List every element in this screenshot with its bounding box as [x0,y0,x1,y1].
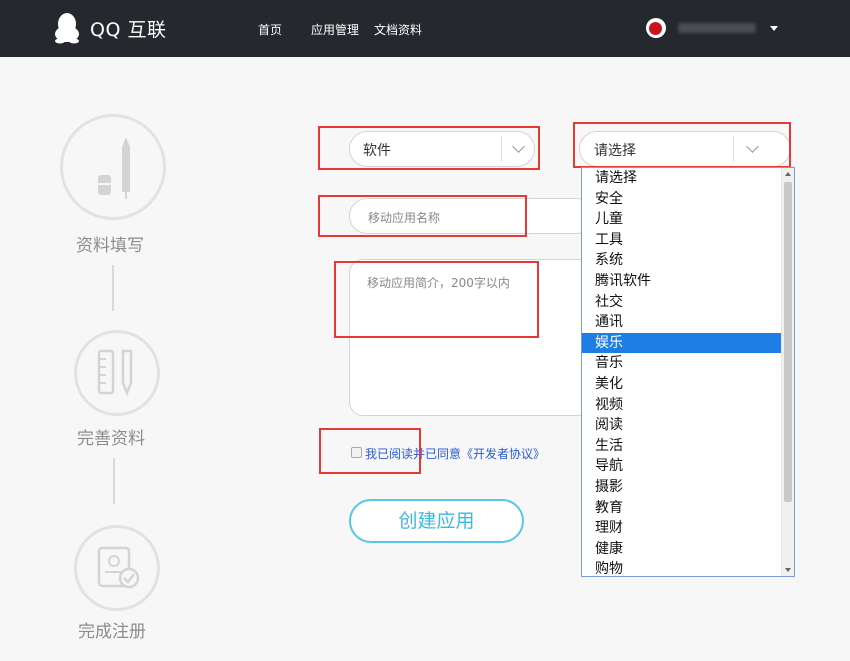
dropdown-option[interactable]: 安全 [582,189,781,210]
dropdown-option[interactable]: 通讯 [582,312,781,333]
step-connector [113,458,115,504]
step-complete-info-circle [74,330,160,416]
dropdown-option[interactable]: 摄影 [582,477,781,498]
step-label-complete-info: 完善资料 [77,429,145,449]
annotation-box [334,261,539,338]
step-connector [112,265,114,311]
dropdown-option[interactable]: 娱乐 [582,332,781,354]
pen-icon [98,137,130,199]
step-label-fill-info: 资料填写 [76,236,144,256]
nav-app-management[interactable]: 应用管理 [311,21,359,38]
avatar[interactable] [646,18,666,38]
certificate-check-icon [97,546,140,589]
annotation-box [319,428,421,474]
dropdown-option[interactable]: 健康 [582,539,781,560]
dropdown-option[interactable]: 儿童 [582,209,781,230]
caret-down-icon[interactable] [770,25,778,31]
annotation-box [573,122,791,168]
nav-home[interactable]: 首页 [258,21,282,38]
logo[interactable]: QQ 互联 [52,12,166,44]
qq-penguin-icon [52,12,82,44]
brand-name: QQ 互联 [90,18,167,41]
dropdown-option[interactable]: 请选择 [582,168,781,189]
scroll-down-icon[interactable] [785,568,791,572]
dropdown-option[interactable]: 导航 [582,456,781,477]
dropdown-option[interactable]: 系统 [582,250,781,271]
username-redacted [678,23,756,33]
step-fill-info-circle [60,114,166,220]
annotation-box [318,126,540,170]
dropdown-option[interactable]: 阅读 [582,415,781,436]
dropdown-option[interactable]: 生活 [582,436,781,457]
scrollbar-thumb[interactable] [784,182,792,502]
dropdown-option[interactable]: 教育 [582,498,781,519]
step-done-circle [74,525,160,611]
category-dropdown-list[interactable]: 请选择 安全 儿童 工具 系统 腾讯软件 社交 通讯 娱乐 音乐 美化 视频 阅读 生活 导航 摄影 教育 理财健… [581,167,795,577]
dropdown-option[interactable]: 音乐 [582,353,781,374]
top-bar: QQ 互联 首页 应用管理 文档资料 [0,0,850,57]
dropdown-scrollbar[interactable] [781,168,794,576]
nav-docs[interactable]: 文档资料 [374,21,422,38]
dropdown-option[interactable]: 工具 [582,230,781,251]
create-app-button[interactable]: 创建应用 [349,499,524,543]
dropdown-option[interactable]: 购物 [582,559,781,576]
user-menu[interactable] [646,18,778,38]
dropdown-option[interactable]: 腾讯软件 [582,271,781,292]
scroll-up-icon[interactable] [785,172,791,176]
dropdown-option[interactable]: 视频 [582,395,781,416]
dropdown-option[interactable]: 社交 [582,292,781,313]
dropdown-option[interactable]: 美化 [582,374,781,395]
step-label-done: 完成注册 [78,622,146,642]
annotation-box [318,195,527,237]
dropdown-option[interactable]: 理财 [582,518,781,539]
ruler-pen-icon [97,349,133,397]
